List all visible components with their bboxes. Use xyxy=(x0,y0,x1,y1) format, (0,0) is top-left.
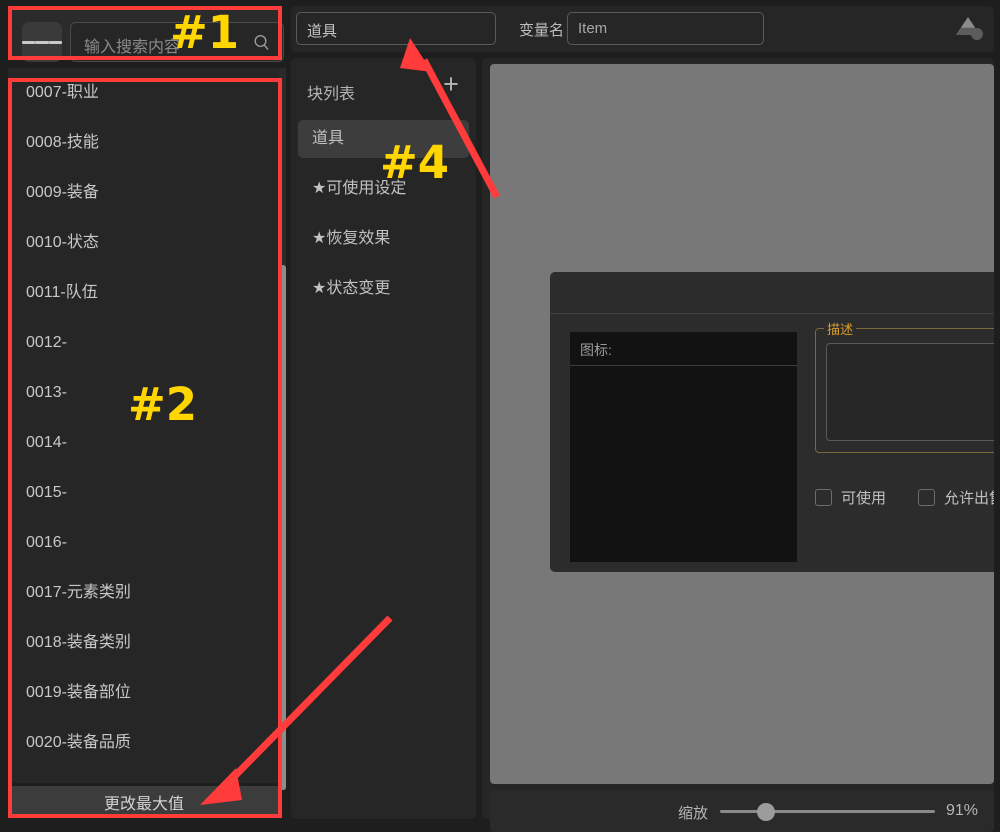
block-list-item[interactable]: ★恢复效果 xyxy=(298,220,469,258)
list-item[interactable]: 0013- xyxy=(8,368,280,418)
left-column: 输入搜索内容 0007-职业 0008-技能 0009-装备 0010-状态 0011-… xyxy=(0,0,288,827)
zoom-slider-thumb[interactable] xyxy=(757,803,775,821)
list-item[interactable]: 0009-装备 xyxy=(8,168,280,218)
editor-area: 图标: 描述 可使用 允许出售 缩放 xyxy=(482,58,994,832)
block-list-title: 块列表 xyxy=(307,86,356,103)
list-item[interactable]: 0007-职业 xyxy=(8,68,280,118)
search-bar: 输入搜索内容 xyxy=(8,6,284,62)
search-input[interactable]: 输入搜索内容 xyxy=(70,22,284,62)
list-item[interactable]: 0011-队伍 xyxy=(8,268,280,318)
sidebar-scrollbar-thumb[interactable] xyxy=(279,265,286,790)
zoom-label: 缩放 xyxy=(678,805,709,822)
hamburger-bar xyxy=(48,40,62,44)
checkbox-sellable-label: 允许出售 xyxy=(944,490,994,507)
database-name-value: 道具 xyxy=(307,23,338,40)
icon-box[interactable]: 图标: xyxy=(570,332,797,562)
hamburger-bar xyxy=(22,40,36,44)
block-list-panel: 块列表 + 道具 ★可使用设定 ★恢复效果 ★状态变更 xyxy=(291,58,476,819)
list-item[interactable]: 0018-装备类别 xyxy=(8,618,280,668)
plus-icon[interactable]: + xyxy=(438,71,464,98)
zoom-value: 91% xyxy=(946,802,979,819)
list-item[interactable]: 0016- xyxy=(8,518,280,568)
list-item[interactable]: 0017-元素类别 xyxy=(8,568,280,618)
icon-box-divider xyxy=(570,365,797,366)
variable-name-input[interactable]: Item xyxy=(567,12,764,45)
list-item[interactable]: 0020-装备品质 xyxy=(8,718,280,768)
search-icon[interactable] xyxy=(253,34,271,52)
variable-name-label: 变量名 xyxy=(519,22,565,39)
top-toolbar: 道具 变量名 Item xyxy=(291,6,994,52)
checkbox-usable[interactable]: 可使用 xyxy=(815,487,886,508)
item-window-titlebar xyxy=(550,272,994,314)
block-list-item[interactable]: ★状态变更 xyxy=(298,270,469,308)
description-group-label: 描述 xyxy=(824,319,857,338)
block-list-item[interactable]: ★可使用设定 xyxy=(298,170,469,208)
hamburger-menu-icon[interactable] xyxy=(22,22,62,62)
block-list-item[interactable]: 道具 xyxy=(298,120,469,158)
list-item[interactable]: 0015- xyxy=(8,468,280,518)
list-item[interactable]: 0010-状态 xyxy=(8,218,280,268)
checkbox-usable-box[interactable] xyxy=(815,489,832,506)
description-group: 描述 xyxy=(815,319,994,453)
database-name-input[interactable]: 道具 xyxy=(296,12,496,45)
checkbox-sellable-box[interactable] xyxy=(918,489,935,506)
list-item[interactable]: 0008-技能 xyxy=(8,118,280,168)
item-window: 图标: 描述 可使用 允许出售 xyxy=(550,272,994,572)
search-input-placeholder: 输入搜索内容 xyxy=(84,39,181,56)
change-max-button[interactable]: 更改最大值 xyxy=(8,786,280,817)
list-item[interactable]: 0014- xyxy=(8,418,280,468)
checkbox-sellable[interactable]: 允许出售 xyxy=(918,487,994,508)
shape-icon[interactable] xyxy=(952,14,986,44)
block-list-header: 块列表 + xyxy=(291,70,476,110)
list-item[interactable]: 0012- xyxy=(8,318,280,368)
preview-canvas[interactable]: 图标: 描述 可使用 允许出售 xyxy=(490,64,994,784)
zoom-footer-bar: 缩放 91% xyxy=(490,790,994,832)
hamburger-bar xyxy=(35,40,49,44)
sidebar-list[interactable]: 0007-职业 0008-技能 0009-装备 0010-状态 0011-队伍 0012-… xyxy=(8,68,280,783)
checkbox-usable-label: 可使用 xyxy=(841,490,887,507)
zoom-slider[interactable] xyxy=(720,810,935,813)
description-textarea[interactable] xyxy=(826,343,994,441)
application-window: 输入搜索内容 0007-职业 0008-技能 0009-装备 0010-状态 0011-… xyxy=(0,0,1000,832)
icon-box-label: 图标: xyxy=(580,342,612,358)
list-item[interactable]: 0019-装备部位 xyxy=(8,668,280,718)
variable-name-value: Item xyxy=(578,20,608,37)
